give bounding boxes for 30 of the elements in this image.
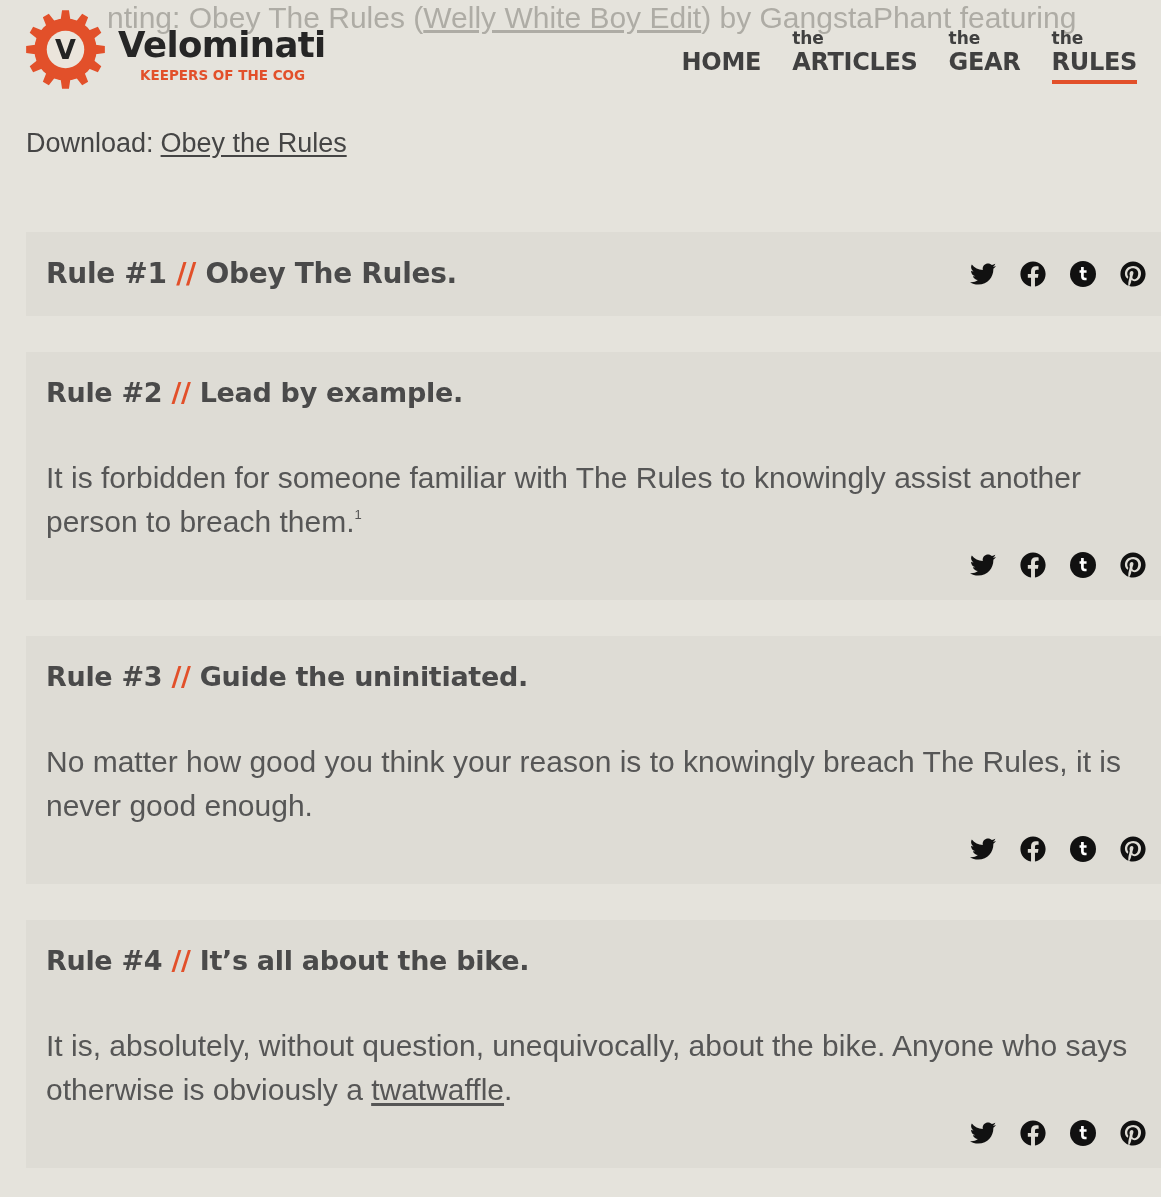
facebook-icon[interactable] (1020, 552, 1046, 578)
facebook-icon[interactable] (1020, 261, 1046, 287)
rule-text: It is forbidden for someone familiar with The Rules to knowingly assist another person to breach them.$^{1}$ (46, 460, 1082, 540)
facebook-icon[interactable] (1020, 1120, 1046, 1146)
pinterest-icon[interactable] (1120, 552, 1146, 578)
tumblr-icon[interactable] (1070, 1120, 1096, 1146)
twitter-icon[interactable] (970, 552, 996, 578)
site-tagline: KEEPERS OF THE COG (139, 67, 307, 83)
link[interactable]: twatwaffle (371, 1073, 504, 1106)
nav-link[interactable]: HOME (681, 48, 762, 84)
rule-title: Rule #1 // Obey The Rules. (46, 256, 457, 292)
facebook-icon[interactable] (1020, 836, 1046, 862)
pinterest-icon[interactable] (1120, 1120, 1146, 1146)
tumblr-icon[interactable] (1070, 836, 1096, 862)
tumblr-icon[interactable] (1070, 261, 1096, 287)
rule-text: It is, absolutely, without question, unequivocally, about the bike. Anyone who says otherwise is obviously a twatwaffle. (46, 1028, 1129, 1108)
rule-text: No matter how good you think your reason is to knowingly breach The Rules, it is never good enough. (46, 744, 1122, 824)
rule-title: Rule #4 // It’s all about the bike. (46, 944, 531, 978)
twitter-icon[interactable] (970, 1120, 996, 1146)
twitter-icon[interactable] (970, 836, 996, 862)
pinterest-icon[interactable] (1120, 836, 1146, 862)
rule-title: Rule #3 // Guide the uninitiated. (46, 660, 529, 694)
logo-letter: V (55, 34, 76, 65)
rule-title: Rule #2 // Lead by example. (46, 376, 464, 410)
download-link[interactable]: Obey the Rules (160, 128, 347, 158)
download-label: Download: (26, 128, 154, 158)
pinterest-icon[interactable] (1120, 261, 1146, 287)
tumblr-icon[interactable] (1070, 552, 1096, 578)
gear-icon (26, 10, 105, 89)
twitter-icon[interactable] (970, 261, 996, 287)
